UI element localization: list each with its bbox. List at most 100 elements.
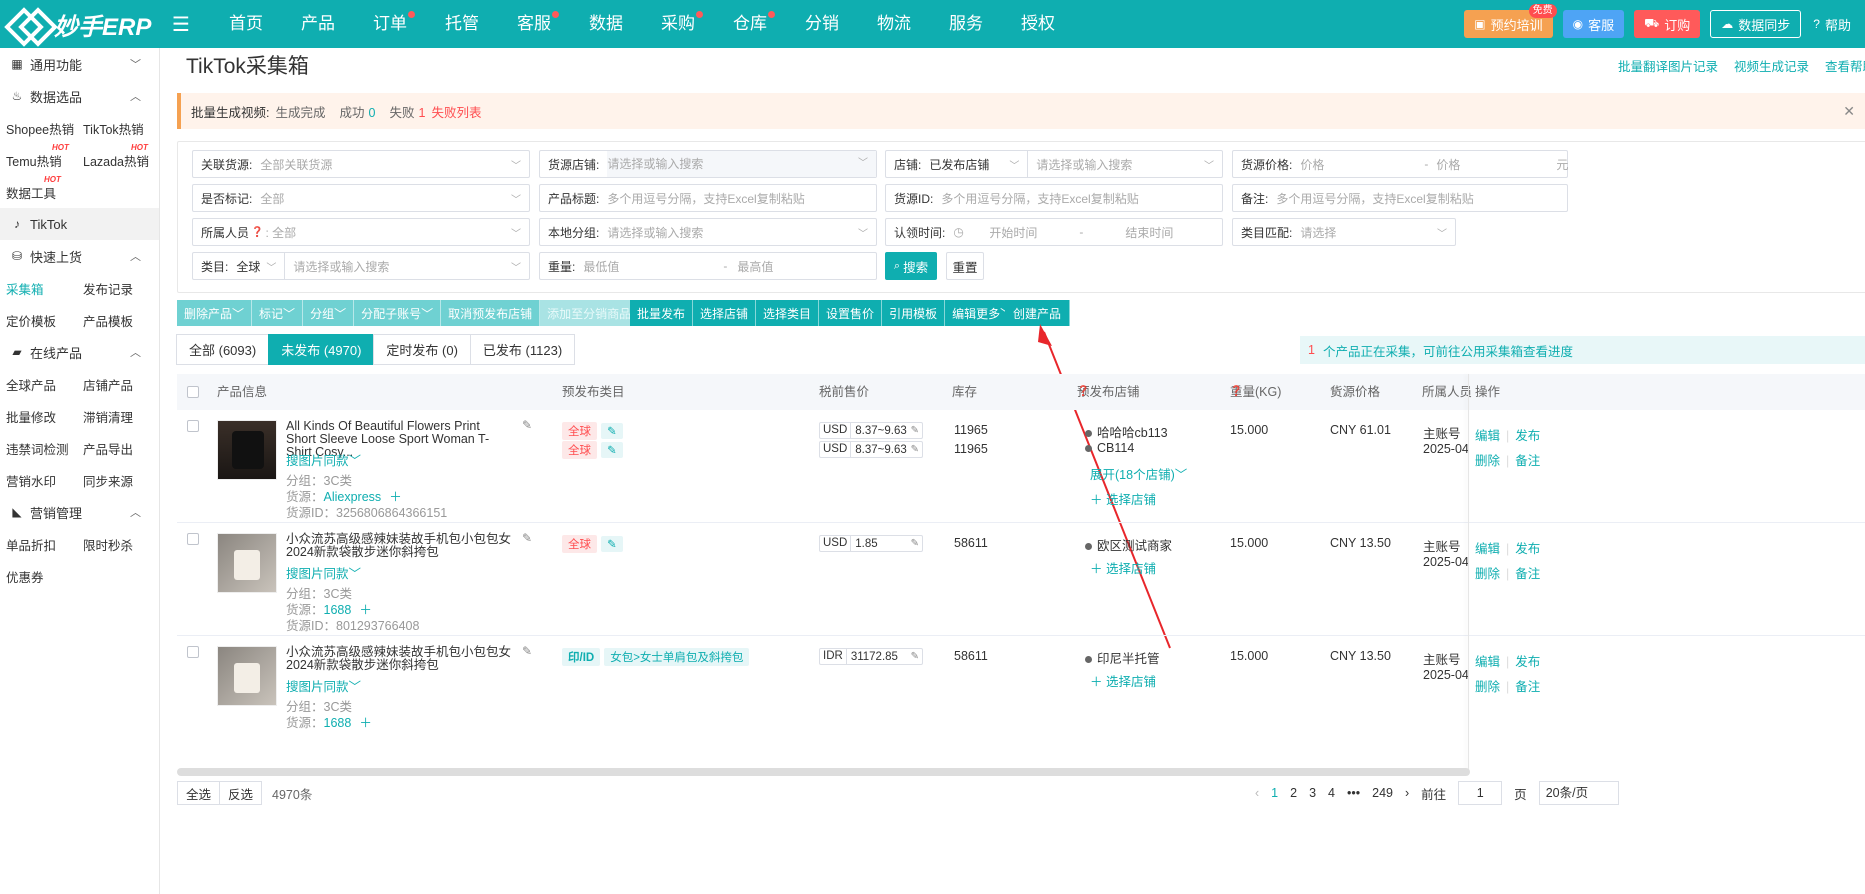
note-link[interactable]: 备注 bbox=[1515, 567, 1540, 581]
source-link[interactable]: 1688 bbox=[324, 716, 352, 730]
product-title[interactable]: 小众流苏高级感辣妹装故手机包小包包女2024新款袋散步迷你斜挎包 bbox=[286, 646, 511, 672]
help-link[interactable]: 查看帮助 bbox=[1825, 56, 1865, 75]
edit-icon[interactable]: ✎ bbox=[522, 418, 532, 432]
sidebar-item-flash-sale[interactable]: 限时秒杀 bbox=[77, 535, 154, 554]
tab-unpublished[interactable]: 未发布 (4970) bbox=[268, 334, 375, 365]
sidebar-item-banned-words[interactable]: 违禁词检测 bbox=[0, 439, 77, 458]
page-last[interactable]: 249 bbox=[1372, 786, 1393, 800]
training-button[interactable]: ▣ 预约培训 免费 bbox=[1464, 4, 1557, 38]
price-input[interactable]: USD 8.37~9.63 ✎ bbox=[819, 441, 923, 458]
nav-item-3[interactable]: 托管 bbox=[426, 0, 498, 48]
price-input[interactable]: USD 8.37~9.63 ✎ bbox=[819, 422, 923, 439]
page-3[interactable]: 3 bbox=[1309, 786, 1316, 800]
help-button[interactable]: ? 帮助 bbox=[1811, 10, 1853, 38]
sidebar-item-single-discount[interactable]: 单品折扣 bbox=[0, 535, 77, 554]
sidebar-item-global-products[interactable]: 全球产品 bbox=[0, 375, 77, 394]
page-4[interactable]: 4 bbox=[1328, 786, 1335, 800]
nav-item-0[interactable]: 首页 bbox=[210, 0, 282, 48]
publish-link[interactable]: 发布 bbox=[1515, 655, 1540, 669]
select-store-button[interactable]: 选择店铺 bbox=[693, 300, 757, 326]
assign-subaccount-button[interactable]: 分配子账号 ﹀ bbox=[354, 300, 442, 326]
select-store-link[interactable]: ＋ 选择店铺 bbox=[1090, 558, 1156, 577]
image-search-link[interactable]: 搜图片同款﹀ bbox=[286, 676, 361, 695]
select-store-link[interactable]: ＋ 选择店铺 bbox=[1090, 489, 1156, 508]
price-filter[interactable]: 货源价格: 价格 - 价格元 bbox=[1232, 150, 1568, 178]
mark-filter[interactable]: 是否标记: 全部 ﹀ bbox=[192, 184, 530, 212]
weight-filter[interactable]: 重量: 最低值 - 最高值 bbox=[539, 252, 877, 280]
nav-item-5[interactable]: 数据 bbox=[570, 0, 642, 48]
search-button[interactable]: ⌕ 搜索 bbox=[885, 252, 937, 280]
product-image[interactable] bbox=[217, 420, 277, 480]
price-input[interactable]: USD 1.85 ✎ bbox=[819, 535, 923, 552]
price-input[interactable]: IDR 31172.85 ✎ bbox=[819, 648, 923, 665]
source-filter[interactable]: 关联货源: 全部关联货源 ﹀ bbox=[192, 150, 530, 178]
use-template-button[interactable]: 引用模板 bbox=[882, 300, 946, 326]
publish-link[interactable]: 发布 bbox=[1515, 429, 1540, 443]
note-link[interactable]: 备注 bbox=[1515, 680, 1540, 694]
nav-item-6[interactable]: 采购 bbox=[642, 0, 714, 48]
product-image[interactable] bbox=[217, 533, 277, 593]
product-title[interactable]: 小众流苏高级感辣妹装故手机包小包包女2024新款袋散步迷你斜挎包 bbox=[286, 533, 511, 559]
next-page-icon[interactable]: › bbox=[1405, 786, 1409, 800]
sidebar-item-lazada-hot[interactable]: Lazada热销 HOT bbox=[77, 143, 154, 170]
edit-category-icon[interactable]: ✎ bbox=[601, 423, 623, 439]
horizontal-scrollbar[interactable] bbox=[177, 768, 1470, 776]
nav-item-9[interactable]: 物流 bbox=[858, 0, 930, 48]
tab-scheduled[interactable]: 定时发布 (0) bbox=[373, 334, 471, 365]
delete-link[interactable]: 删除 bbox=[1475, 454, 1500, 468]
close-icon[interactable]: ✕ bbox=[1843, 103, 1855, 120]
note-filter[interactable]: 备注: 多个用逗号分隔，支持Excel复制粘贴 bbox=[1232, 184, 1568, 212]
sidebar-item-data-tools[interactable]: 数据工具 HOT bbox=[0, 175, 77, 202]
nav-item-7[interactable]: 仓库 bbox=[714, 0, 786, 48]
nav-item-1[interactable]: 产品 bbox=[282, 0, 354, 48]
tab-published[interactable]: 已发布 (1123) bbox=[469, 334, 576, 365]
plus-icon[interactable]: ＋ bbox=[359, 716, 372, 730]
sidebar-item-product-template[interactable]: 产品模板 bbox=[77, 311, 154, 330]
page-1[interactable]: 1 bbox=[1271, 786, 1278, 800]
sidebar-item-temu-hot[interactable]: Temu热销 HOT bbox=[0, 143, 77, 170]
sidebar-group-quick-upload[interactable]: ⛁ 快速上货 ︿ bbox=[0, 240, 159, 272]
nav-item-4[interactable]: 客服 bbox=[498, 0, 570, 48]
brand-logo[interactable]: 妙手ERP bbox=[0, 7, 200, 42]
store-filter[interactable]: 店铺: 已发布店铺 ﹀ 请选择或输入搜索 ﹀ bbox=[885, 150, 1223, 178]
sidebar-group-marketing[interactable]: ◣ 营销管理 ︿ bbox=[0, 496, 159, 528]
select-category-button[interactable]: 选择类目 bbox=[756, 300, 820, 326]
edit-category-icon[interactable]: ✎ bbox=[601, 536, 623, 552]
claim-time-filter[interactable]: 认领时间: ◷ 开始时间 - 结束时间 bbox=[885, 218, 1223, 246]
sidebar-item-slow-sell-clean[interactable]: 滞销清理 bbox=[77, 407, 154, 426]
title-filter[interactable]: 产品标题: 多个用逗号分隔，支持Excel复制粘贴 bbox=[539, 184, 877, 212]
source-id-filter[interactable]: 货源ID: 多个用逗号分隔，支持Excel复制粘贴 bbox=[885, 184, 1223, 212]
edit-link[interactable]: 编辑 bbox=[1475, 655, 1500, 669]
edit-icon[interactable]: ✎ bbox=[522, 644, 532, 658]
note-link[interactable]: 备注 bbox=[1515, 454, 1540, 468]
tab-all[interactable]: 全部 (6093) bbox=[176, 334, 270, 365]
sidebar-group-online[interactable]: ▰ 在线产品 ︿ bbox=[0, 336, 159, 368]
edit-link[interactable]: 编辑 bbox=[1475, 429, 1500, 443]
batch-publish-button[interactable]: 批量发布 bbox=[630, 300, 694, 326]
sidebar-item-publish-records[interactable]: 发布记录 bbox=[77, 279, 154, 298]
sidebar-item-collect-box[interactable]: 采集箱 bbox=[0, 279, 77, 298]
sidebar-item-store-products[interactable]: 店铺产品 bbox=[77, 375, 154, 394]
edit-icon[interactable]: ✎ bbox=[522, 531, 532, 545]
sidebar-item-sync-source[interactable]: 同步来源 bbox=[77, 471, 154, 490]
data-sync-button[interactable]: ☁ 数据同步 bbox=[1710, 10, 1802, 38]
nav-item-11[interactable]: 授权 bbox=[1002, 0, 1074, 48]
edit-category-icon[interactable]: ✎ bbox=[601, 442, 623, 458]
delete-link[interactable]: 删除 bbox=[1475, 680, 1500, 694]
menu-toggle-icon[interactable]: ☰ bbox=[172, 12, 200, 37]
local-group-filter[interactable]: 本地分组: 请选择或输入搜索 ﹀ bbox=[539, 218, 877, 246]
reset-button[interactable]: 重置 bbox=[946, 252, 984, 280]
delete-link[interactable]: 删除 bbox=[1475, 567, 1500, 581]
invert-select-button[interactable]: 反选 bbox=[219, 781, 263, 805]
mark-button[interactable]: 标记 ﹀ bbox=[252, 300, 304, 326]
sidebar-item-tiktok[interactable]: ♪ TikTok bbox=[0, 208, 159, 240]
set-price-button[interactable]: 设置售价 bbox=[819, 300, 883, 326]
sidebar-item-pricing-template[interactable]: 定价模板 bbox=[0, 311, 77, 330]
page-ellipsis[interactable]: ••• bbox=[1347, 786, 1360, 800]
row-checkbox[interactable] bbox=[187, 646, 199, 658]
category-filter[interactable]: 类目: 全球 ﹀ 请选择或输入搜索 ﹀ bbox=[192, 252, 530, 280]
row-checkbox[interactable] bbox=[187, 533, 199, 545]
video-record-link[interactable]: 视频生成记录 bbox=[1734, 56, 1809, 75]
sidebar-item-batch-edit[interactable]: 批量修改 bbox=[0, 407, 77, 426]
price-min-input[interactable]: 价格 bbox=[1300, 156, 1424, 173]
